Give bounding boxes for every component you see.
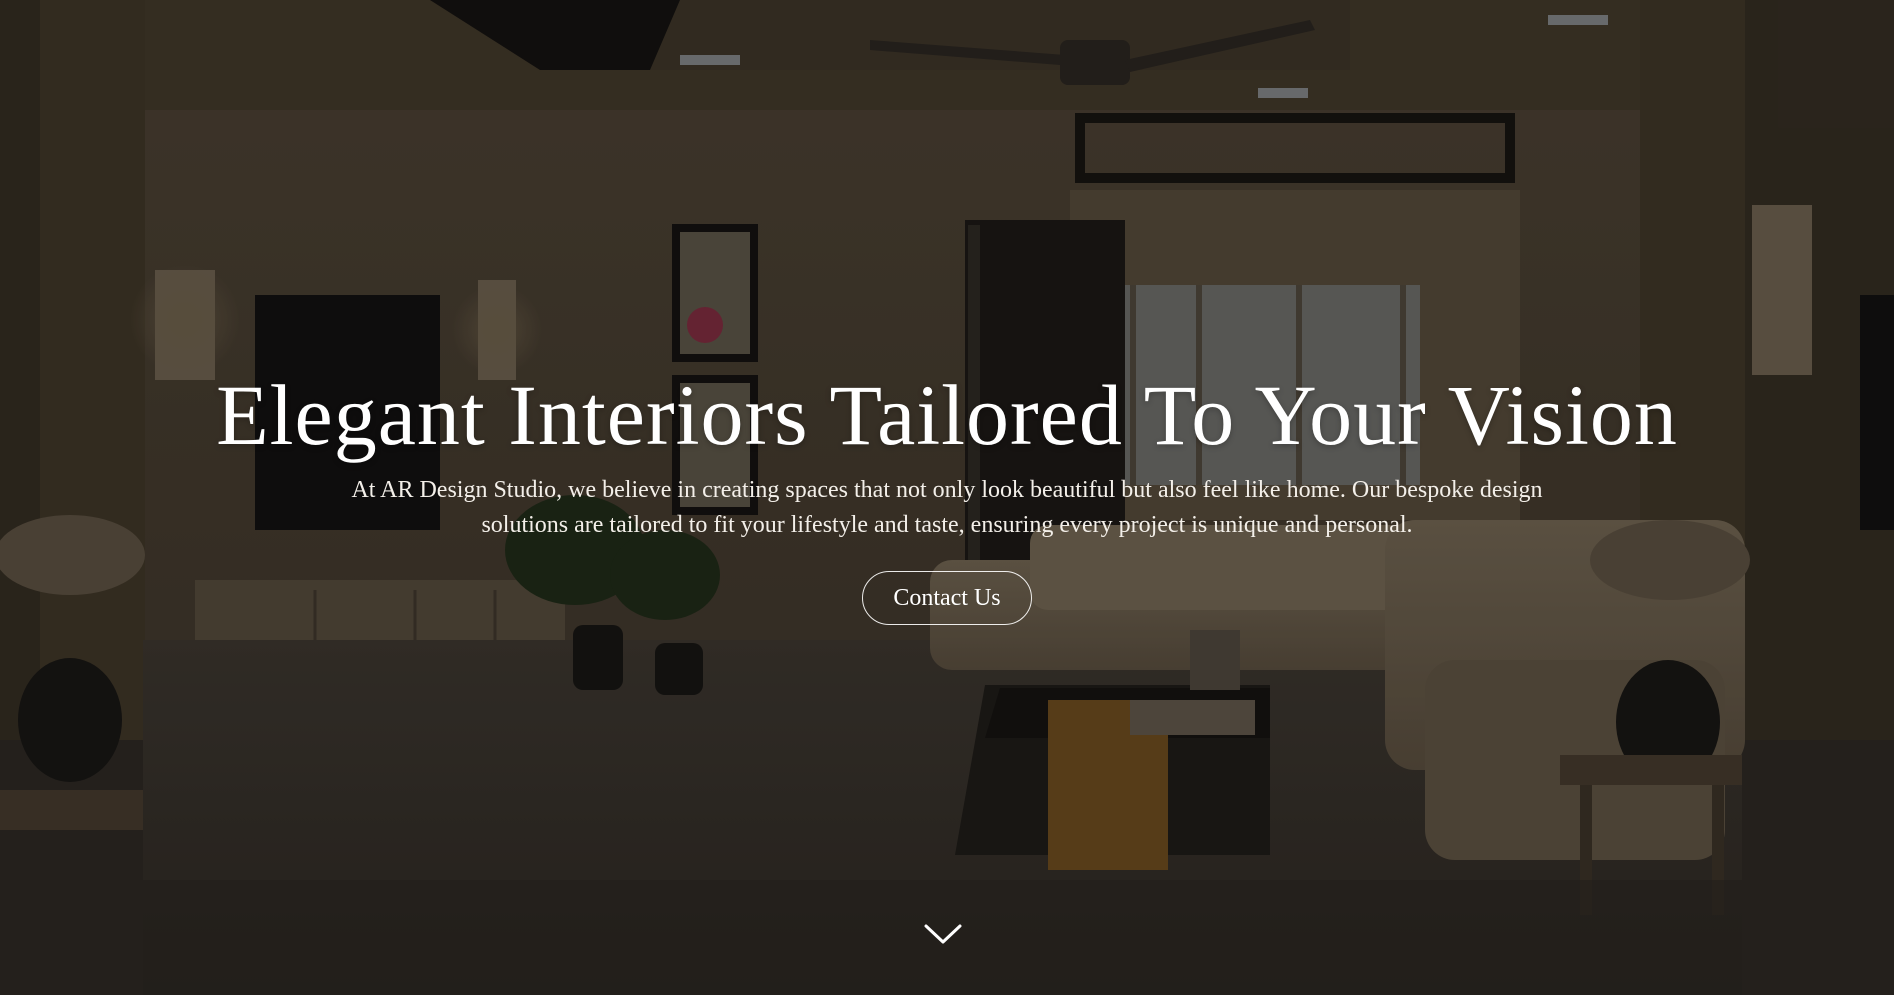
- chevron-down-icon[interactable]: [923, 920, 963, 948]
- hero-section: Elegant Interiors Tailored To Your Visio…: [0, 0, 1894, 995]
- hero-content: Elegant Interiors Tailored To Your Visio…: [0, 365, 1894, 625]
- hero-subtitle: At AR Design Studio, we believe in creat…: [351, 477, 1543, 538]
- contact-us-button[interactable]: Contact Us: [862, 571, 1032, 625]
- hero-title: Elegant Interiors Tailored To Your Visio…: [216, 367, 1678, 463]
